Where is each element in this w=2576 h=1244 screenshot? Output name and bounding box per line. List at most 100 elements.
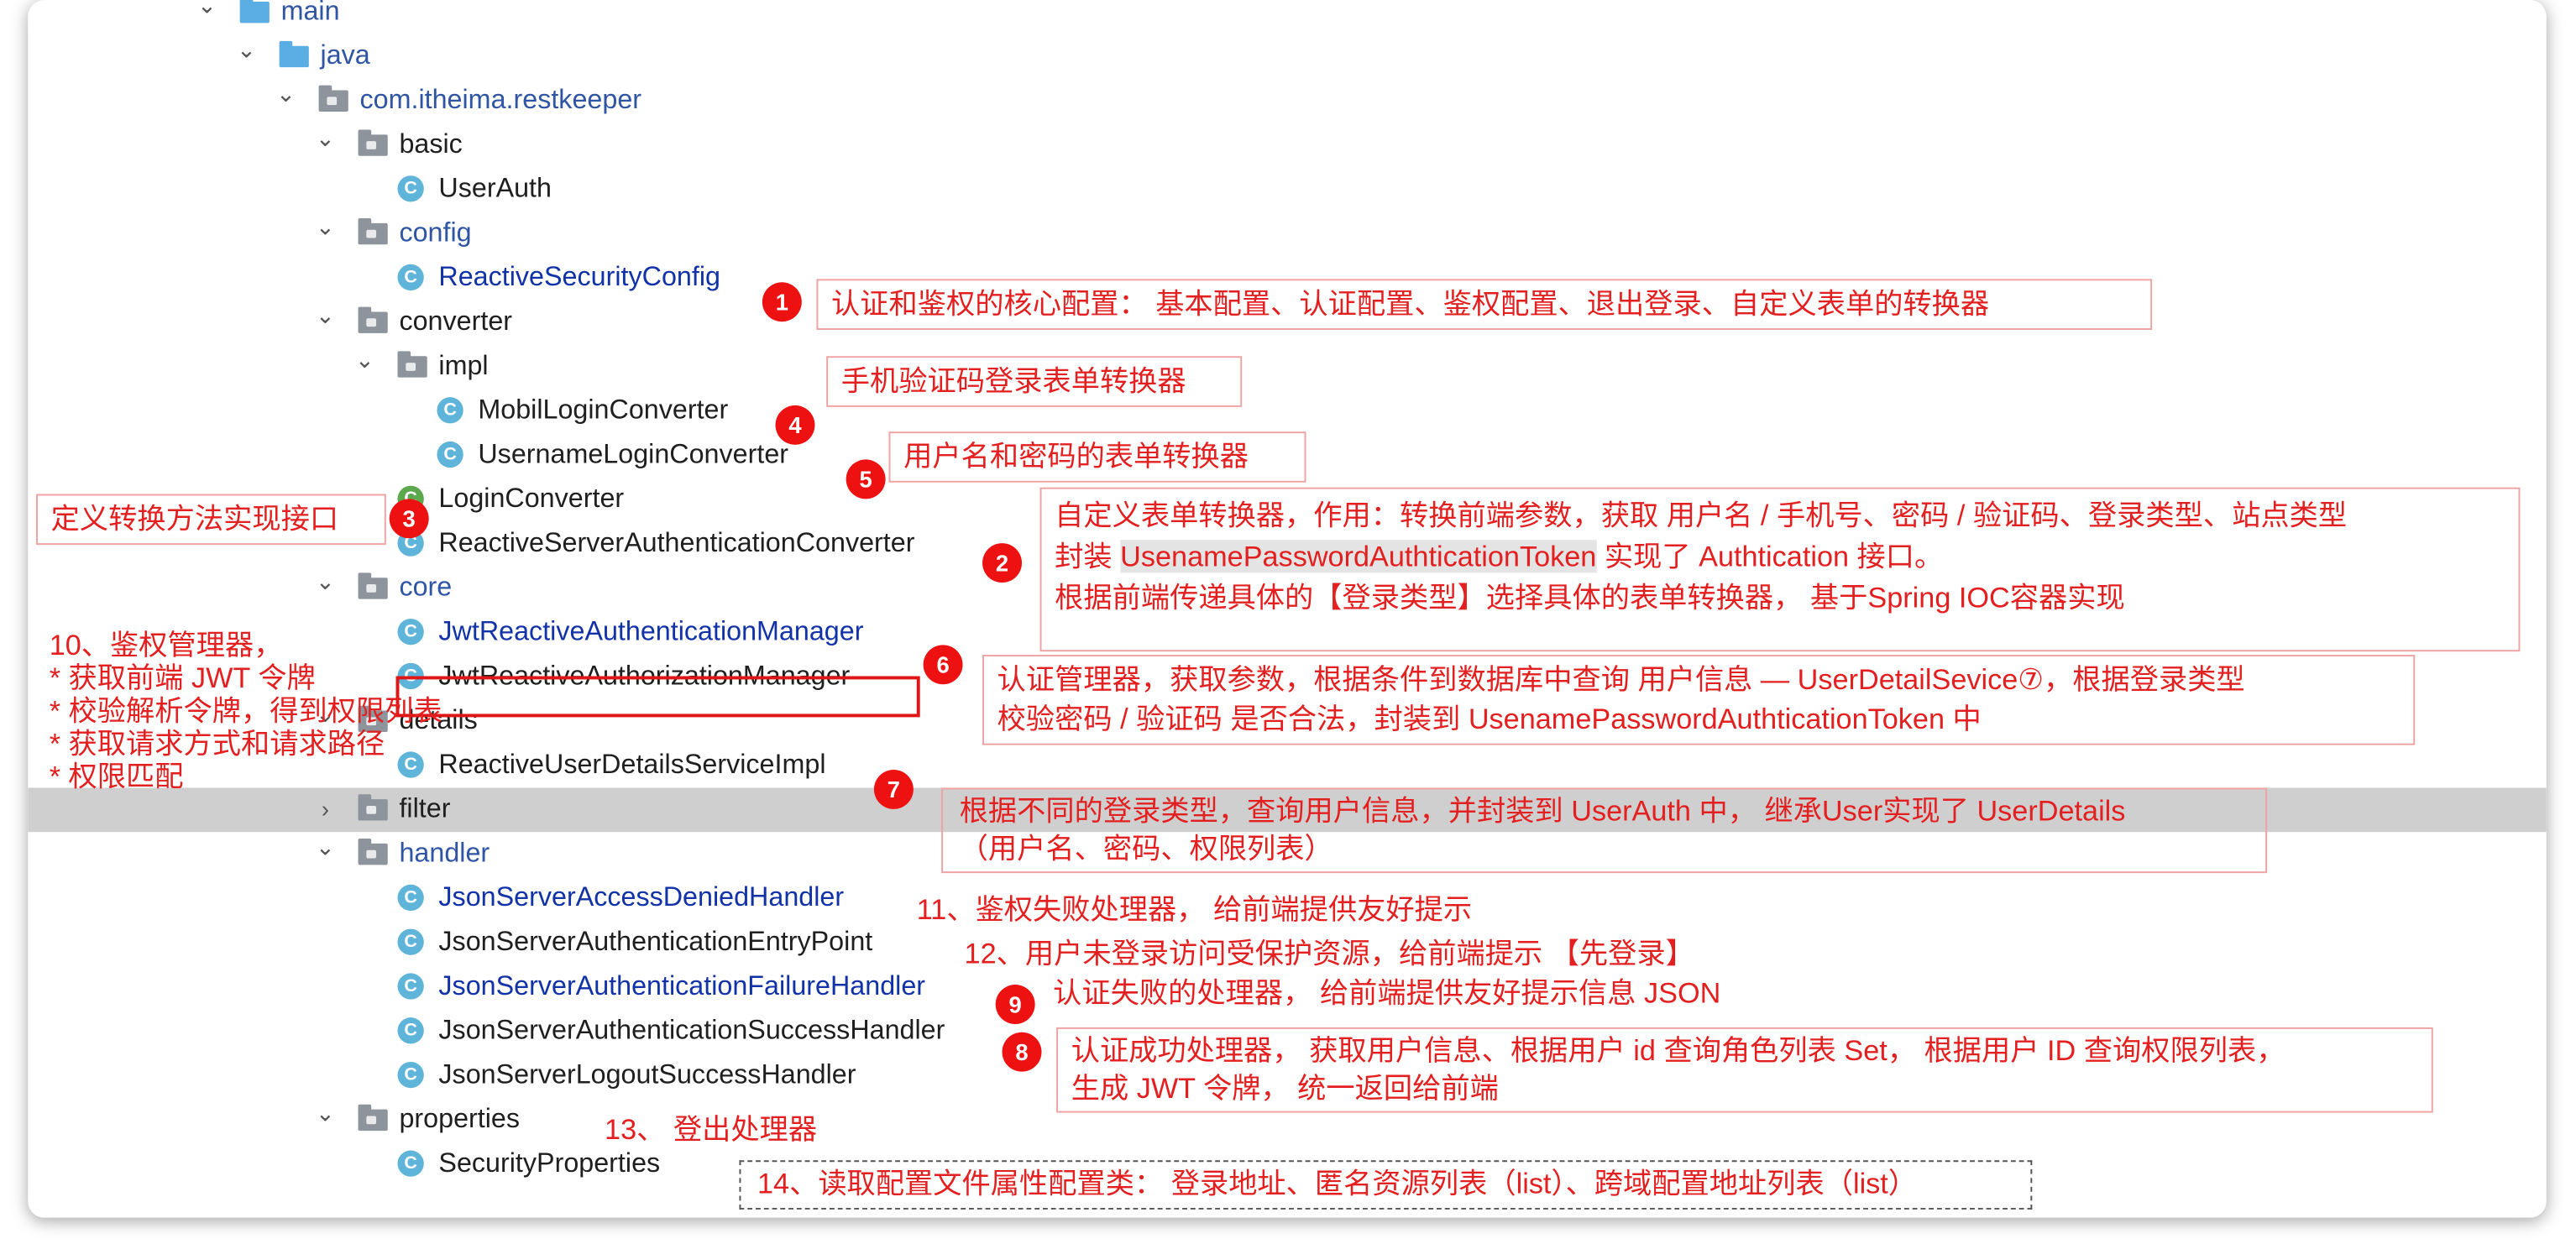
- tree-item-label: basic: [399, 129, 463, 159]
- annotation-10: 10、鉴权管理器， * 获取前端 JWT 令牌 * 校验解析令牌，得到权限列表 …: [50, 629, 477, 793]
- tree-item-label: JsonServerAccessDeniedHandler: [438, 882, 845, 913]
- annotation-10-item-1: * 获取前端 JWT 令牌: [49, 661, 316, 695]
- annotation-4: 手机验证码登录表单转换器: [826, 356, 1243, 407]
- annotation-10-item-2: * 校验解析令牌，得到权限列表: [49, 694, 442, 728]
- chevron-down-icon[interactable]: ⌄: [312, 294, 338, 338]
- package-icon: [358, 572, 388, 599]
- annotation-2-line-3: 根据前端传递具体的【登录类型】选择具体的表单转换器， 基于Spring IOC容…: [1055, 581, 2125, 614]
- annotation-13: 13、 登出处理器: [605, 1112, 818, 1146]
- badge-3: 3: [389, 499, 429, 539]
- tree-item-label: core: [399, 572, 453, 603]
- tree-item-label: java: [320, 40, 370, 71]
- tree-item-label: filter: [399, 794, 451, 824]
- annotation-2-prefix: 封装: [1055, 540, 1121, 573]
- annotation-14: 14、读取配置文件属性配置类： 登录地址、匿名资源列表（list）、跨域配置地址…: [739, 1160, 2033, 1210]
- chevron-down-icon[interactable]: ⌄: [194, 0, 220, 28]
- annotation-2-line-1: 自定义表单转换器，作用：转换前端参数，获取 用户名 / 手机号、密码 / 验证码…: [1055, 499, 2348, 532]
- annotation-6-line-2: 校验密码 / 验证码 是否合法，封装到 UsenamePasswordAutht…: [997, 702, 1982, 735]
- tree-item-label: UserAuth: [438, 174, 552, 204]
- annotation-7-line-1: 根据不同的登录类型，查询用户信息，并封装到 UserAuth 中， 继承User…: [959, 794, 2126, 828]
- tree-item-label: config: [399, 218, 472, 248]
- class-icon: C: [397, 1150, 424, 1177]
- annotation-6: 认证管理器，获取参数，根据条件到数据库中查询 用户信息 — UserDetail…: [982, 655, 2416, 745]
- badge-6: 6: [923, 645, 963, 685]
- package-icon: [358, 129, 388, 156]
- annotation-3: 定义转换方法实现接口: [36, 494, 386, 546]
- tree-item-label: JsonServerAuthenticationFailureHandler: [438, 971, 926, 1001]
- token-highlight: UsenamePasswordAuthticationToken: [1120, 540, 1597, 573]
- annotation-10-item-3: * 获取请求方式和请求路径: [49, 727, 385, 761]
- chevron-down-icon[interactable]: ⌄: [312, 117, 338, 161]
- chevron-down-icon[interactable]: ⌄: [312, 1091, 338, 1136]
- class-icon: C: [397, 1061, 424, 1089]
- annotation-6-line-1: 认证管理器，获取参数，根据条件到数据库中查询 用户信息 — UserDetail…: [997, 662, 2245, 696]
- annotation-2-line-2: 封装 UsenamePasswordAuthticationToken 实现了 …: [1055, 536, 2505, 578]
- annotation-1: 认证和鉴权的核心配置： 基本配置、认证配置、鉴权配置、退出登录、自定义表单的转换…: [816, 279, 2153, 330]
- tree-item-label: main: [280, 0, 340, 27]
- tree-item-label: JsonServerAuthenticationEntryPoint: [438, 927, 873, 957]
- package-icon: [358, 218, 388, 245]
- annotation-8-line-1: 认证成功处理器， 获取用户信息、根据用户 id 查询角色列表 Set， 根据用户…: [1071, 1033, 2285, 1067]
- package-icon: [358, 306, 388, 333]
- tree-item-label: ReactiveUserDetailsServiceImpl: [438, 750, 826, 780]
- class-icon: C: [397, 928, 424, 955]
- tree-row[interactable]: C MobilLoginConverter: [28, 389, 2546, 433]
- tree-row[interactable]: ⌄ java: [28, 34, 2546, 79]
- badge-4: 4: [775, 405, 815, 445]
- annotation-5: 用户名和密码的表单转换器: [888, 431, 1306, 483]
- badge-8: 8: [1002, 1032, 1042, 1072]
- package-icon: [358, 794, 388, 821]
- tree-item-label: converter: [399, 306, 513, 337]
- annotation-9: 认证失败的处理器， 给前端提供友好提示信息 JSON: [1053, 976, 1721, 1010]
- annotation-7-line-2: （用户名、密码、权限列表）: [959, 832, 1333, 865]
- class-icon: C: [437, 397, 463, 424]
- tree-item-label: ReactiveSecurityConfig: [438, 262, 720, 293]
- tree-item-label: JsonServerAuthenticationSuccessHandler: [438, 1016, 945, 1046]
- badge-2: 2: [982, 543, 1023, 583]
- tree-row[interactable]: ⌄ com.itheima.restkeeper: [28, 79, 2546, 123]
- tree-item-label: properties: [399, 1104, 521, 1134]
- chevron-down-icon[interactable]: ⌄: [312, 825, 338, 870]
- package-icon: [318, 85, 348, 112]
- annotation-10-title: 10、鉴权管理器，: [49, 628, 283, 661]
- annotation-8: 认证成功处理器， 获取用户信息、根据用户 id 查询角色列表 Set， 根据用户…: [1056, 1027, 2433, 1113]
- folder-icon: [279, 40, 309, 68]
- class-icon: C: [397, 973, 424, 1000]
- tree-row[interactable]: ⌄ main: [28, 0, 2546, 34]
- annotation-11: 11、鉴权失败处理器， 给前端提供友好提示: [916, 892, 1473, 926]
- tree-row[interactable]: ⌄ impl: [28, 345, 2546, 389]
- chevron-down-icon[interactable]: ⌄: [312, 560, 338, 604]
- chevron-down-icon[interactable]: ⌄: [233, 28, 259, 72]
- annotation-7: 根据不同的登录类型，查询用户信息，并封装到 UserAuth 中， 继承User…: [941, 787, 2268, 874]
- annotation-10-item-4: * 权限匹配: [49, 760, 184, 793]
- tree-row[interactable]: ⌄ config: [28, 212, 2546, 256]
- tree-item-label: JwtReactiveAuthenticationManager: [438, 617, 864, 647]
- badge-5: 5: [846, 459, 886, 499]
- chevron-down-icon[interactable]: ⌄: [312, 205, 338, 249]
- class-icon: C: [397, 175, 424, 202]
- stage: ⌄ main ⌄ java ⌄ com.itheima.restkeeper ⌄ basic C…: [0, 0, 2576, 1244]
- badge-7: 7: [873, 769, 914, 809]
- badge-1: 1: [762, 282, 802, 322]
- annotation-12: 12、用户未登录访问受保护资源，给前端提示 【先登录】: [964, 937, 1694, 970]
- annotation-8-line-2: 生成 JWT 令牌， 统一返回给前端: [1071, 1071, 1499, 1105]
- tree-item-label: ReactiveServerAuthenticationConverter: [438, 528, 915, 558]
- annotation-2: 自定义表单转换器，作用：转换前端参数，获取 用户名 / 手机号、密码 / 验证码…: [1039, 487, 2521, 652]
- tree-row[interactable]: C UserAuth: [28, 167, 2546, 212]
- tree-item-label: impl: [438, 351, 489, 381]
- annotation-2-suffix: 实现了 Authtication 接口。: [1596, 540, 1944, 573]
- package-icon: [358, 1104, 388, 1132]
- chevron-down-icon[interactable]: ⌄: [352, 338, 378, 383]
- tree-item-label: JsonServerLogoutSuccessHandler: [438, 1059, 856, 1090]
- tree-item-label: UsernameLoginConverter: [478, 439, 789, 470]
- tree-row[interactable]: ⌄ basic: [28, 123, 2546, 168]
- tree-item-label: MobilLoginConverter: [478, 395, 729, 426]
- package-icon: [358, 839, 388, 865]
- folder-icon: [239, 0, 270, 24]
- class-icon: C: [397, 1017, 424, 1044]
- class-icon: C: [437, 441, 463, 468]
- tree-item-label: LoginConverter: [438, 483, 625, 514]
- class-icon: C: [397, 264, 424, 291]
- tree-item-label: com.itheima.restkeeper: [359, 85, 642, 115]
- chevron-down-icon[interactable]: ⌄: [273, 72, 299, 117]
